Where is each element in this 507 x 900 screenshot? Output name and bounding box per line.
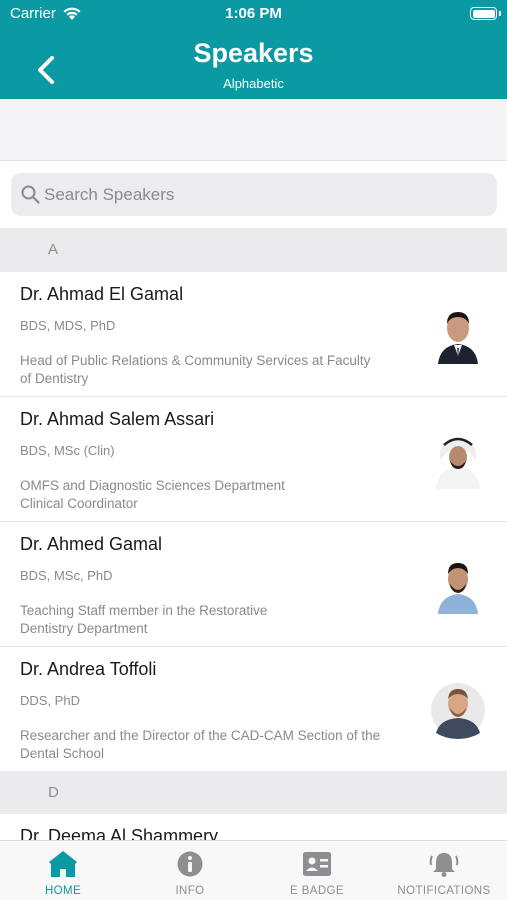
- speaker-degrees: BDS, MSc (Clin): [20, 443, 115, 458]
- speaker-title: OMFS and Diagnostic Sciences Department …: [20, 477, 410, 513]
- battery-tip: [499, 11, 501, 16]
- speaker-title-line: Dental School: [20, 746, 105, 761]
- tab-notifications[interactable]: NOTIFICATIONS: [381, 841, 507, 900]
- speaker-title: Researcher and the Director of the CAD-C…: [20, 727, 410, 763]
- section-letter: D: [48, 784, 59, 801]
- battery-icon: [470, 7, 497, 20]
- speaker-title: Head of Public Relations & Community Ser…: [20, 352, 410, 388]
- section-header-d: D: [0, 771, 507, 815]
- home-icon: [49, 851, 77, 877]
- speaker-degrees: BDS, MDS, PhD: [20, 318, 116, 333]
- speaker-row[interactable]: Dr. Andrea Toffoli DDS, PhD Researcher a…: [0, 647, 507, 772]
- speaker-title-line: Teaching Staff member in the Restorative: [20, 603, 268, 618]
- speaker-title-line: Clinical Coordinator: [20, 496, 138, 511]
- section-letter: A: [48, 241, 59, 258]
- speaker-row[interactable]: Dr. Ahmad Salem Assari BDS, MSc (Clin) O…: [0, 397, 507, 522]
- speaker-photo: [436, 437, 480, 489]
- speaker-name: Dr. Andrea Toffoli: [20, 659, 157, 679]
- speaker-title-line: of Dentistry: [20, 371, 89, 386]
- page-title: Speakers: [193, 38, 314, 68]
- speaker-title-line: Head of Public Relations & Community Ser…: [20, 353, 371, 368]
- bell-icon: [429, 853, 459, 877]
- tab-home[interactable]: HOME: [0, 841, 126, 900]
- tab-ebadge[interactable]: E BADGE: [254, 841, 380, 900]
- speaker-title-line: OMFS and Diagnostic Sciences Department: [20, 478, 285, 493]
- tab-label: NOTIFICATIONS: [397, 885, 491, 897]
- tab-label: E BADGE: [290, 885, 344, 897]
- speaker-row[interactable]: Dr. Ahmad El Gamal BDS, MDS, PhD Head of…: [0, 272, 507, 397]
- info-icon: [177, 851, 203, 877]
- search-bar[interactable]: [11, 173, 497, 216]
- speaker-degrees: BDS, MSc, PhD: [20, 568, 113, 583]
- search-icon: [21, 185, 40, 204]
- speaker-photo: [431, 683, 485, 739]
- tab-bar: HOME INFO E BADGE NOTIFICATIONS: [0, 840, 507, 900]
- speaker-row[interactable]: Dr. Ahmed Gamal BDS, MSc, PhD Teaching S…: [0, 522, 507, 647]
- nav-header: Carrier 1:06 PM Speakers Alphabetic: [0, 0, 507, 99]
- search-input[interactable]: [44, 173, 484, 216]
- speaker-title-line: Dentistry Department: [20, 621, 148, 636]
- tab-info[interactable]: INFO: [127, 841, 253, 900]
- speaker-title: Teaching Staff member in the Restorative…: [20, 602, 410, 638]
- tab-label: HOME: [44, 885, 82, 897]
- speaker-degrees: DDS, PhD: [20, 693, 80, 708]
- tab-label: INFO: [175, 885, 205, 897]
- filter-band: [0, 99, 507, 161]
- badge-icon: [303, 852, 331, 876]
- speaker-photo: [438, 312, 478, 364]
- speaker-name: Dr. Ahmad Salem Assari: [20, 409, 215, 429]
- section-header-a: A: [0, 228, 507, 272]
- speaker-name: Dr. Ahmad El Gamal: [20, 284, 184, 304]
- speaker-photo: [438, 563, 478, 614]
- page-subtitle: Alphabetic: [223, 76, 284, 91]
- speaker-title-line: Researcher and the Director of the CAD-C…: [20, 728, 381, 743]
- speaker-name: Dr. Ahmed Gamal: [20, 534, 163, 554]
- clock: 1:06 PM: [225, 5, 282, 22]
- status-bar: Carrier 1:06 PM: [0, 0, 507, 28]
